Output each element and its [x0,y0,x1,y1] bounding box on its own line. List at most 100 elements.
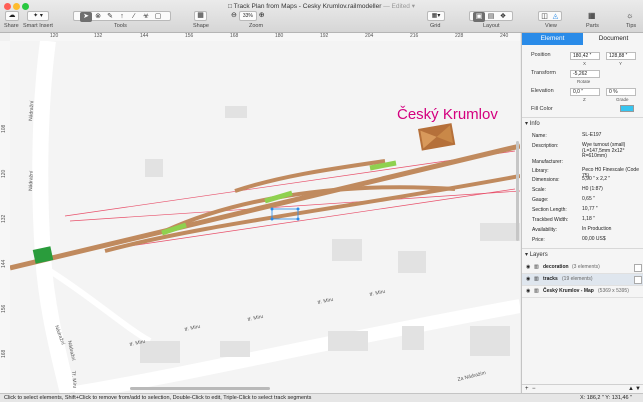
ruler-tick: 144 [140,33,149,39]
right-sidebar-icon[interactable]: ◬ [550,12,561,22]
layout-plan-icon[interactable]: ▣ [473,12,485,22]
ruler-tick: 228 [455,33,464,39]
building [480,223,520,241]
pin-tool-icon[interactable]: ↑ [116,12,128,22]
cloud-icon: ☁ [8,12,16,19]
track-plan-canvas[interactable]: Český Krumlov Nádražní Nádražní Nádražní… [10,41,520,393]
selection-handle[interactable] [270,217,274,221]
layer-name: decoration [543,264,569,270]
tunnel-tool-icon[interactable]: ☣ [140,12,152,22]
pencil-tool-icon[interactable]: ✎ [104,12,116,22]
grid-button[interactable]: ▦▾ [427,11,445,21]
station-building-icon[interactable] [418,123,456,151]
lightbulb-icon[interactable]: ☼ [626,11,633,20]
ruler-tick: 192 [320,33,329,39]
layer-up-icon[interactable]: ▲ [628,385,634,393]
layout-group: ▣ ▤ ❖ [469,11,513,22]
lock-icon[interactable]: ▥ [534,274,539,285]
grid-group: ▦▾ [427,11,445,21]
parts-label: Parts [586,23,599,29]
ruler-tick: 144 [1,259,7,268]
info-key: Trackbed Width: [532,217,569,223]
eye-icon[interactable]: ◉ [526,262,530,273]
tips-group: ☼ [626,11,633,20]
tools-label: Tools [114,23,127,29]
selection-handle[interactable] [296,217,300,221]
wand-icon: ✦ [33,13,39,19]
eye-icon[interactable]: ◉ [526,286,530,297]
shape-label: Shape [193,23,209,29]
layers-section-header[interactable]: ▾ Layers [525,251,548,258]
street-label: tř. Míru [184,324,201,333]
window-toolbar: □ Track Plan from Maps - Cesky Krumlov.r… [0,0,643,33]
layer-down-icon[interactable]: ▼ [635,385,641,393]
horizontal-scrollbar[interactable] [130,387,270,390]
zoom-out-icon[interactable]: ⊖ [231,12,237,19]
parts-group: ▦ [588,11,596,20]
layer-row[interactable]: ◉ ▥ decoration (3 elements) [522,262,643,274]
layer-checkbox[interactable] [634,264,642,272]
selection-handle[interactable] [296,207,300,211]
info-key: Library: [532,168,549,174]
selection-handle[interactable] [270,207,274,211]
info-value: 0,65 ˮ [582,196,595,202]
shape-button[interactable]: ▦ [194,11,207,21]
town-label: Český Krumlov [397,106,498,123]
zoom-value-field[interactable]: 33% [238,11,257,21]
position-y-field[interactable]: 128,88 ˮ [606,52,636,60]
delete-tool-icon[interactable]: ⊗ [92,12,104,22]
tab-element[interactable]: Element [522,33,583,45]
left-sidebar-icon[interactable]: ◫ [539,12,550,22]
grade-field[interactable]: 0 % [606,88,636,96]
lock-icon[interactable]: ▥ [534,286,539,297]
layer-checkbox[interactable] [634,276,642,284]
view-group: ◫ ◬ [538,11,562,21]
layers-header-text: Layers [529,252,548,258]
rotate-field[interactable]: -5,262 [570,70,600,78]
parts-icon[interactable]: ▦ [588,11,596,20]
edited-indicator[interactable]: — Edited ▾ [383,3,415,10]
street-label: tř. Míru [317,297,334,306]
street-label: Za Nádražím [457,370,486,383]
ruler-tick: 156 [185,33,194,39]
tab-document[interactable]: Document [583,33,643,45]
smart-insert-label: Smart Insert [23,23,53,29]
vertical-scrollbar[interactable] [516,141,519,241]
add-layer-icon[interactable]: + [525,385,529,393]
layout-3d-icon[interactable]: ❖ [497,12,509,22]
info-key: Scale: [532,187,546,193]
share-group: ☁ [5,11,19,21]
window-title-text: Track Plan from Maps - Cesky Krumlov.rai… [233,3,382,10]
rotate-caption: Rotate [577,79,591,84]
layer-row[interactable]: ◉ ▥ Český Krumlov - Map (5369 x 5395) [522,286,643,298]
info-section-header[interactable]: ▾ Info [525,120,540,127]
lower-track[interactable] [104,174,520,253]
share-button[interactable]: ☁ [5,11,19,21]
layer-name: Český Krumlov - Map [543,288,594,294]
tools-group: ➤ ⊗ ✎ ↑ ∕ ☣ ▢ [73,11,171,22]
info-value: SL-E197 [582,132,602,138]
fill-color-swatch[interactable] [620,105,634,112]
layer-row[interactable]: ◉ ▥ tracks (19 elements) [522,274,643,286]
smart-insert-button[interactable]: ✦ ▾ [27,11,49,21]
remove-layer-icon[interactable]: − [532,385,536,393]
window-title: □ Track Plan from Maps - Cesky Krumlov.r… [0,2,643,10]
street-label: tř. Míru [369,289,386,298]
ruler-tick: 168 [230,33,239,39]
inspector-panel: Element Document Position 180,42 ˮ 128,8… [521,33,643,393]
layout-label: Layout [483,23,500,29]
elevation-z-field[interactable]: 0,0 ˮ [570,88,600,96]
building-tool-icon[interactable]: ▢ [152,12,164,22]
main-track[interactable] [10,143,520,271]
zoom-in-icon[interactable]: ⊕ [259,12,265,19]
line-tool-icon[interactable]: ∕ [128,12,140,22]
building [332,239,362,261]
position-x-field[interactable]: 180,42 ˮ [570,52,600,60]
lock-icon[interactable]: ▥ [534,262,539,273]
layout-list-icon[interactable]: ▤ [485,12,497,22]
layout-segmented: ▣ ▤ ❖ [469,11,513,22]
arrow-select-tool-icon[interactable]: ➤ [80,12,92,22]
map-drawing[interactable]: Český Krumlov Nádražní Nádražní Nádražní… [10,41,520,393]
ruler-tick: 180 [275,33,284,39]
eye-icon[interactable]: ◉ [526,274,530,285]
